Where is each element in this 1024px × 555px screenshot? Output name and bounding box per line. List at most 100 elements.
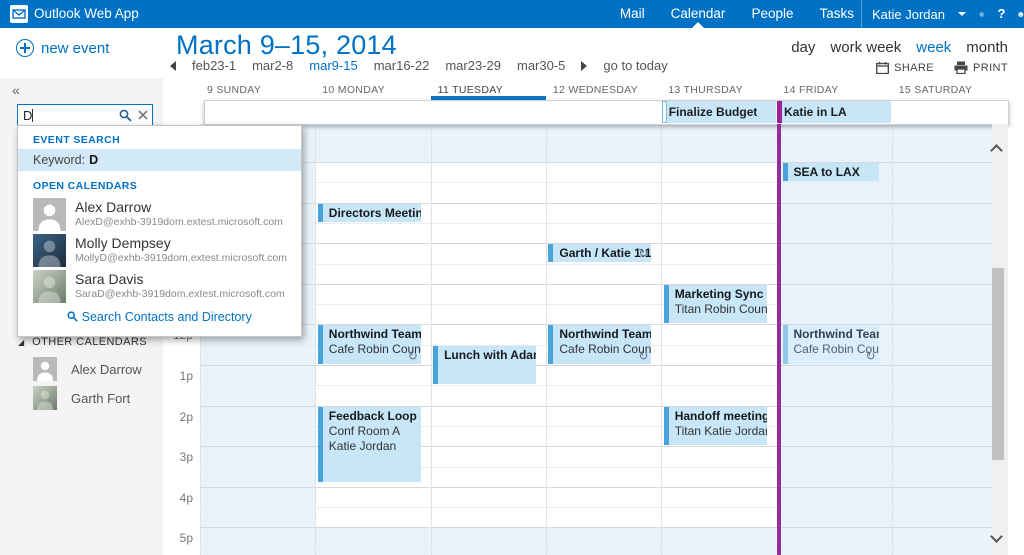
contact-email: AlexD@exhb-3919dom.extest.microsoft.com — [75, 216, 283, 228]
view-day[interactable]: day — [791, 39, 815, 56]
day-header-4[interactable]: 12 WEDNESDAY — [553, 84, 638, 96]
event-handoff-meeting-wit[interactable]: Handoff meeting witTitan Katie Jordan — [664, 407, 767, 446]
half-hour-gridline — [200, 223, 1007, 224]
event-title: Northwind Team Lun — [559, 327, 648, 342]
event-northwind-team-lun[interactable]: Northwind Team LunCafe Robin Counts↻ — [783, 325, 879, 364]
vertical-scrollbar[interactable] — [992, 124, 1008, 555]
other-calendar-alex-darrow[interactable]: Alex Darrow — [33, 356, 158, 382]
event-directors-meeting[interactable]: Directors Meeting — [318, 204, 421, 222]
event-northwind-team-lun[interactable]: Northwind Team LunCafe Robin Counts↻ — [318, 325, 421, 364]
user-name[interactable]: Katie Jordan — [872, 7, 945, 22]
week-tab-mar30-5[interactable]: mar30-5 — [517, 58, 565, 73]
half-hour-gridline — [200, 548, 1007, 549]
hour-gridline — [200, 365, 1007, 366]
day-header-2[interactable]: 10 MONDAY — [322, 84, 385, 96]
next-weeks-icon[interactable] — [581, 61, 587, 71]
user-menu[interactable]: Katie Jordan ? — [861, 0, 1024, 28]
late-hours-tint — [200, 527, 1007, 555]
search-input[interactable] — [18, 108, 119, 123]
topnav-item-people[interactable]: People — [751, 0, 793, 28]
view-work-week[interactable]: work week — [830, 39, 901, 56]
topnav-item-tasks[interactable]: Tasks — [819, 0, 854, 28]
event-title: Directors Meeting — [329, 206, 418, 221]
half-hour-gridline — [200, 182, 1007, 183]
event-detail: Katie Jordan — [329, 439, 418, 454]
view-month[interactable]: month — [966, 39, 1008, 56]
gear-icon[interactable] — [979, 7, 985, 22]
all-day-event[interactable]: Finalize Budget — [662, 101, 776, 123]
avatar — [33, 234, 66, 267]
print-button[interactable]: PRINT — [954, 61, 1008, 74]
event-detail: Cafe Robin Counts — [329, 342, 418, 357]
avatar — [33, 386, 57, 410]
avatar — [33, 270, 66, 303]
half-hour-gridline — [200, 264, 1007, 265]
hour-gridline — [200, 284, 1007, 285]
hour-gridline — [200, 162, 1007, 163]
event-title: Marketing Sync — [675, 287, 764, 302]
search-directory-link[interactable]: Search Contacts and Directory — [18, 310, 301, 324]
avatar — [33, 198, 66, 231]
week-tab-strip: feb23-1 mar2-8 mar9-15 mar16-22 mar23-29 mar3… — [170, 58, 668, 73]
contact-suggestion-molly-dempsey[interactable]: Molly DempseyMollyD@exhb-3919dom.extest.… — [33, 233, 288, 269]
scroll-up-icon[interactable] — [990, 144, 1003, 157]
event-title: Lunch with Adam — [444, 348, 533, 363]
help-icon[interactable]: ? — [998, 0, 1006, 28]
half-hour-gridline — [200, 304, 1007, 305]
new-event-button[interactable]: new event — [16, 39, 109, 57]
keyword-label: Keyword: — [33, 153, 85, 167]
person-silhouette-icon — [33, 198, 66, 231]
day-header-5[interactable]: 13 THURSDAY — [668, 84, 743, 96]
day-header-1[interactable]: 9 SUNDAY — [207, 84, 261, 96]
top-navigation: Mail Calendar People Tasks — [620, 0, 854, 28]
other-calendars-section-header[interactable]: ◢ OTHER CALENDARS — [18, 336, 147, 348]
section-expand-icon: ◢ — [18, 338, 24, 347]
away-status-strip — [777, 101, 782, 123]
contact-suggestion-alex-darrow[interactable]: Alex DarrowAlexD@exhb-3919dom.extest.mic… — [33, 197, 288, 233]
event-feedback-loop[interactable]: Feedback LoopConf Room AKatie Jordan — [318, 407, 421, 482]
scroll-down-icon[interactable] — [990, 530, 1003, 543]
scrollbar-thumb[interactable] — [992, 268, 1004, 460]
outlook-logo-icon[interactable] — [10, 5, 28, 23]
event-title: Northwind Team Lun — [794, 327, 876, 342]
collapse-sidebar-button[interactable]: « — [12, 82, 20, 98]
view-week[interactable]: week — [916, 39, 951, 56]
half-hour-gridline — [200, 142, 1007, 143]
other-calendar-garth-fort[interactable]: Garth Fort — [33, 385, 158, 411]
event-garth-katie-1-1-ka[interactable]: Garth / Katie 1:1 Ka↻ — [548, 244, 651, 262]
all-day-event[interactable]: Katie in LA — [777, 101, 891, 123]
person-silhouette-icon — [33, 270, 66, 303]
week-tab-feb23-1[interactable]: feb23-1 — [192, 58, 236, 73]
day-header-3[interactable]: 11 TUESDAY — [438, 84, 503, 96]
event-search-section-label: EVENT SEARCH — [33, 134, 120, 146]
go-to-today-button[interactable]: go to today — [603, 58, 667, 73]
smiley-feedback-icon[interactable] — [1018, 7, 1024, 22]
event-sea-to-lax[interactable]: SEA to LAX — [783, 163, 879, 181]
app-title: Outlook Web App — [34, 6, 139, 21]
event-marketing-sync[interactable]: Marketing SyncTitan Robin Counts — [664, 285, 767, 324]
recurrence-icon: ↻ — [408, 349, 418, 363]
keyword-suggestion-row[interactable]: Keyword: D — [18, 149, 301, 171]
away-day-indicator-line — [777, 124, 781, 555]
previous-weeks-icon[interactable] — [170, 61, 176, 71]
day-header-7[interactable]: 15 SATURDAY — [899, 84, 973, 96]
week-tab-mar16-22[interactable]: mar16-22 — [374, 58, 430, 73]
topnav-item-calendar[interactable]: Calendar — [671, 0, 726, 28]
event-northwind-team-lun[interactable]: Northwind Team LunCafe Robin Counts↻ — [548, 325, 651, 364]
clear-search-icon[interactable] — [138, 110, 148, 120]
week-tab-mar2-8[interactable]: mar2-8 — [252, 58, 293, 73]
week-tab-mar23-29[interactable]: mar23-29 — [445, 58, 501, 73]
time-label: 4p — [163, 491, 193, 505]
event-lunch-with-adam[interactable]: Lunch with Adam — [433, 346, 536, 385]
event-title: Northwind Team Lun — [329, 327, 418, 342]
search-icon[interactable] — [119, 109, 132, 122]
calendar-search-box[interactable] — [17, 104, 153, 126]
printer-icon — [954, 61, 968, 74]
week-tab-mar9-15[interactable]: mar9-15 — [309, 58, 357, 73]
contact-name: Sara Davis — [75, 271, 143, 287]
search-icon — [67, 311, 78, 322]
contact-suggestion-sara-davis[interactable]: Sara DavisSaraD@exhb-3919dom.extest.micr… — [33, 269, 288, 305]
topnav-item-mail[interactable]: Mail — [620, 0, 645, 28]
share-button[interactable]: SHARE — [876, 62, 934, 74]
day-header-6[interactable]: 14 FRIDAY — [784, 84, 839, 96]
